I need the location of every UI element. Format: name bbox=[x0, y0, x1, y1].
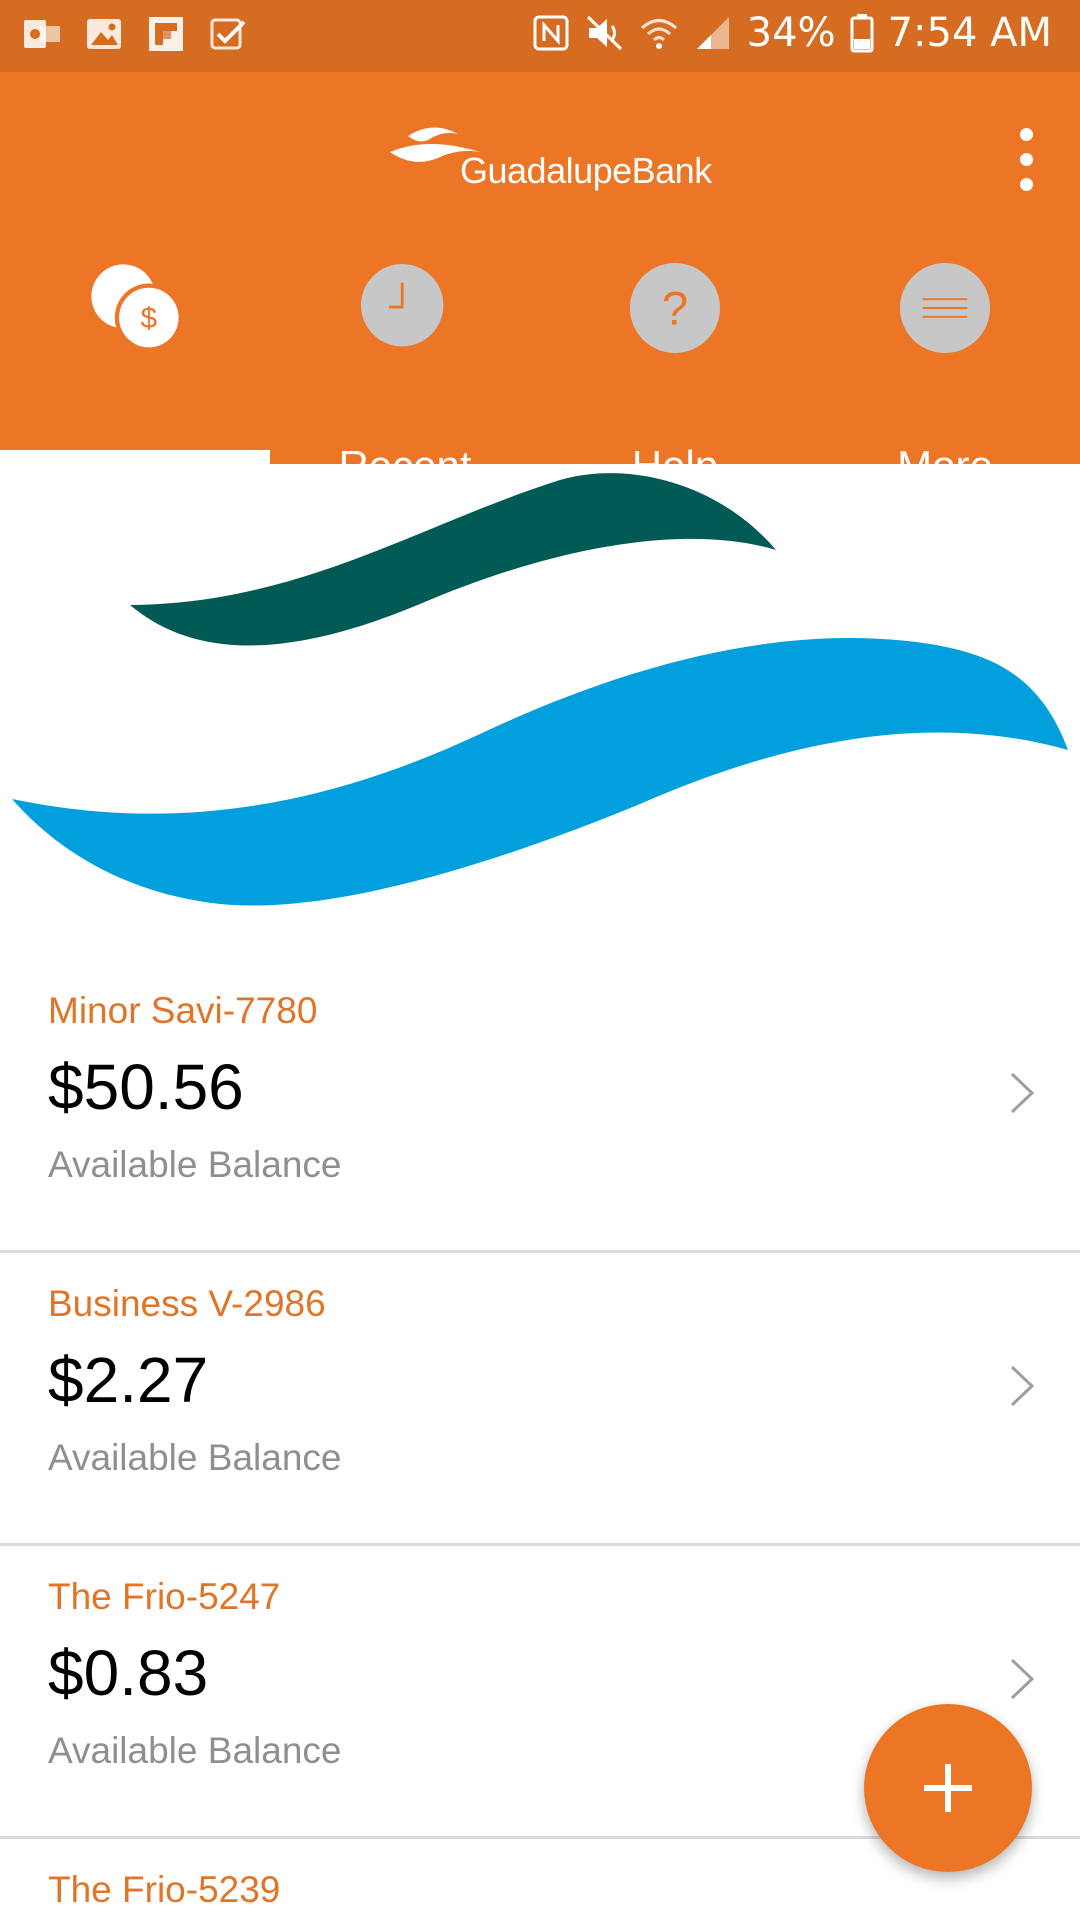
balance-label: Available Balance bbox=[48, 1144, 342, 1185]
account-balance: $2.27 bbox=[48, 1344, 209, 1416]
question-icon: ? bbox=[629, 262, 721, 354]
clock-time: 7:54 AM bbox=[887, 10, 1052, 56]
notification-icons bbox=[22, 14, 248, 54]
account-row[interactable]: Minor Savi-7780 $50.56 Available Balance bbox=[0, 958, 1080, 1253]
wifi-icon bbox=[640, 19, 677, 49]
plus-icon bbox=[924, 1764, 972, 1812]
battery-icon bbox=[850, 14, 874, 53]
bank-logo: GuadalupeBank bbox=[388, 118, 712, 208]
balance-label: Available Balance bbox=[48, 1437, 342, 1478]
account-name: The Frio-5239 bbox=[48, 1869, 281, 1910]
light-wave-icon bbox=[12, 638, 1068, 906]
svg-text:$: $ bbox=[141, 302, 158, 335]
status-bar: 34% 7:54 AM bbox=[0, 0, 1080, 72]
flipboard-icon bbox=[149, 17, 183, 51]
battery-percent: 34% bbox=[746, 10, 836, 56]
account-name: The Frio-5247 bbox=[48, 1576, 281, 1617]
system-status: 34% 7:54 AM bbox=[531, 10, 1052, 56]
tab-more[interactable]: More bbox=[810, 242, 1080, 489]
mute-icon bbox=[586, 15, 622, 51]
tab-accounts[interactable]: $ Accounts bbox=[0, 242, 270, 489]
overflow-menu-icon[interactable] bbox=[1016, 128, 1036, 192]
active-tab-indicator bbox=[0, 450, 270, 464]
account-name: Minor Savi-7780 bbox=[48, 990, 318, 1031]
svg-text:?: ? bbox=[662, 282, 688, 335]
chevron-right-icon bbox=[1010, 1365, 1035, 1407]
nfc-icon bbox=[533, 15, 569, 51]
menu-icon bbox=[899, 262, 991, 354]
image-icon bbox=[87, 19, 121, 49]
tab-recent[interactable]: Recent bbox=[270, 242, 540, 489]
signal-icon bbox=[696, 17, 729, 49]
outlook-icon bbox=[24, 20, 60, 48]
dark-wave-icon bbox=[130, 473, 776, 646]
tasks-icon bbox=[210, 18, 246, 50]
chevron-right-icon bbox=[1010, 1658, 1035, 1700]
brand-name: GuadalupeBank bbox=[460, 150, 712, 191]
app-header: GuadalupeBank $ Accounts Recent ? Help M… bbox=[0, 72, 1080, 489]
account-balance: $0.83 bbox=[48, 1637, 209, 1709]
chevron-right-icon bbox=[1010, 1072, 1035, 1114]
coins-icon: $ bbox=[91, 264, 183, 352]
account-name: Business V-2986 bbox=[48, 1283, 326, 1324]
account-balance: $50.56 bbox=[48, 1051, 244, 1123]
tab-help[interactable]: ? Help bbox=[540, 242, 810, 489]
account-row[interactable]: Business V-2986 $2.27 Available Balance bbox=[0, 1251, 1080, 1546]
wave-banner bbox=[12, 473, 1068, 906]
tab-bar: $ Accounts Recent ? Help More bbox=[0, 242, 1080, 489]
add-account-button[interactable] bbox=[864, 1704, 1032, 1872]
balance-label: Available Balance bbox=[48, 1730, 342, 1771]
clock-icon bbox=[361, 264, 444, 347]
